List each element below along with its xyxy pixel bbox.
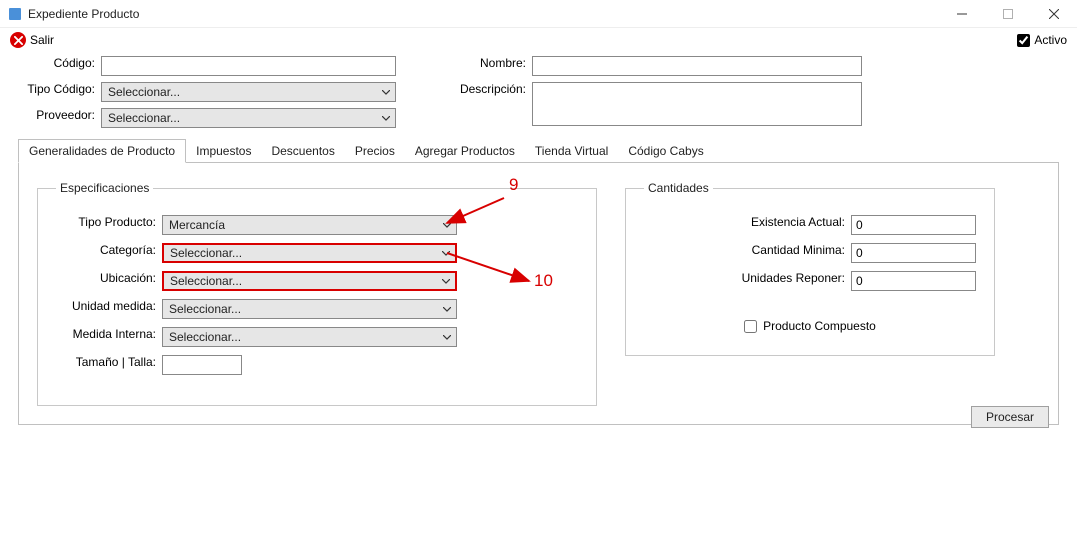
tipo-codigo-label: Tipo Código: (20, 82, 95, 96)
chevron-down-icon (381, 87, 391, 97)
ubicacion-label: Ubicación: (56, 271, 156, 285)
close-circle-icon (10, 32, 26, 48)
tab-bar: Generalidades de Producto Impuestos Desc… (18, 138, 1059, 163)
existencia-actual-input[interactable] (851, 215, 976, 235)
producto-compuesto-label: Producto Compuesto (763, 319, 876, 333)
proveedor-label: Proveedor: (20, 108, 95, 122)
tipo-codigo-value: Seleccionar... (108, 85, 180, 99)
producto-compuesto-checkbox[interactable] (744, 320, 757, 333)
medida-interna-select[interactable]: Seleccionar... (162, 327, 457, 347)
descripcion-textarea[interactable] (532, 82, 862, 126)
tab-precios[interactable]: Precios (345, 140, 405, 162)
activo-checkbox-wrapper[interactable]: Activo (1017, 33, 1067, 47)
tab-generalidades[interactable]: Generalidades de Producto (18, 139, 186, 163)
unidad-medida-select[interactable]: Seleccionar... (162, 299, 457, 319)
chevron-down-icon (442, 332, 452, 342)
activo-checkbox[interactable] (1017, 34, 1030, 47)
categoria-select[interactable]: Seleccionar... (162, 243, 457, 263)
ubicacion-select[interactable]: Seleccionar... (162, 271, 457, 291)
chevron-down-icon (442, 304, 452, 314)
codigo-label: Código: (20, 56, 95, 70)
window-titlebar: Expediente Producto (0, 0, 1077, 28)
tamano-talla-input[interactable] (162, 355, 242, 375)
salir-button[interactable]: Salir (10, 32, 54, 48)
tipo-codigo-select[interactable]: Seleccionar... (101, 82, 396, 102)
nombre-label: Nombre: (456, 56, 526, 70)
chevron-down-icon (441, 276, 451, 286)
header-form: Código: Tipo Código: Seleccionar... Prov… (0, 52, 1077, 138)
chevron-down-icon (442, 220, 452, 230)
tab-descuentos[interactable]: Descuentos (261, 140, 344, 162)
codigo-input[interactable] (101, 56, 396, 76)
tab-tienda-virtual[interactable]: Tienda Virtual (525, 140, 618, 162)
unidad-medida-value: Seleccionar... (169, 302, 241, 316)
tab-agregar-productos[interactable]: Agregar Productos (405, 140, 525, 162)
tab-codigo-cabys[interactable]: Código Cabys (618, 140, 713, 162)
salir-label: Salir (30, 33, 54, 47)
medida-interna-label: Medida Interna: (56, 327, 156, 341)
tab-impuestos[interactable]: Impuestos (186, 140, 261, 162)
especificaciones-fieldset: Especificaciones Tipo Producto: Mercancí… (37, 181, 597, 406)
app-icon (8, 7, 22, 21)
unidades-reponer-label: Unidades Reponer: (730, 271, 845, 285)
toolbar: Salir Activo (0, 28, 1077, 52)
unidades-reponer-input[interactable] (851, 271, 976, 291)
cantidad-minima-input[interactable] (851, 243, 976, 263)
tipo-producto-value: Mercancía (169, 218, 225, 232)
tipo-producto-select[interactable]: Mercancía (162, 215, 457, 235)
tamano-talla-label: Tamaño | Talla: (56, 355, 156, 369)
chevron-down-icon (381, 113, 391, 123)
unidad-medida-label: Unidad medida: (56, 299, 156, 313)
ubicacion-value: Seleccionar... (170, 274, 242, 288)
procesar-button[interactable]: Procesar (971, 406, 1049, 428)
window-title: Expediente Producto (28, 7, 939, 21)
cantidades-legend: Cantidades (644, 181, 713, 195)
bottom-bar: Procesar (971, 406, 1049, 428)
existencia-actual-label: Existencia Actual: (730, 215, 845, 229)
tabs-container: Generalidades de Producto Impuestos Desc… (18, 138, 1059, 425)
window-maximize-button[interactable] (985, 0, 1031, 28)
window-minimize-button[interactable] (939, 0, 985, 28)
tab-panel-generalidades: Especificaciones Tipo Producto: Mercancí… (18, 163, 1059, 425)
window-close-button[interactable] (1031, 0, 1077, 28)
chevron-down-icon (441, 248, 451, 258)
tipo-producto-label: Tipo Producto: (56, 215, 156, 229)
nombre-input[interactable] (532, 56, 862, 76)
proveedor-value: Seleccionar... (108, 111, 180, 125)
especificaciones-legend: Especificaciones (56, 181, 153, 195)
cantidades-fieldset: Cantidades Existencia Actual: Cantidad M… (625, 181, 995, 356)
proveedor-select[interactable]: Seleccionar... (101, 108, 396, 128)
categoria-label: Categoría: (56, 243, 156, 257)
window-control-buttons (939, 0, 1077, 28)
medida-interna-value: Seleccionar... (169, 330, 241, 344)
descripcion-label: Descripción: (456, 82, 526, 96)
activo-label: Activo (1034, 33, 1067, 47)
cantidad-minima-label: Cantidad Minima: (730, 243, 845, 257)
categoria-value: Seleccionar... (170, 246, 242, 260)
